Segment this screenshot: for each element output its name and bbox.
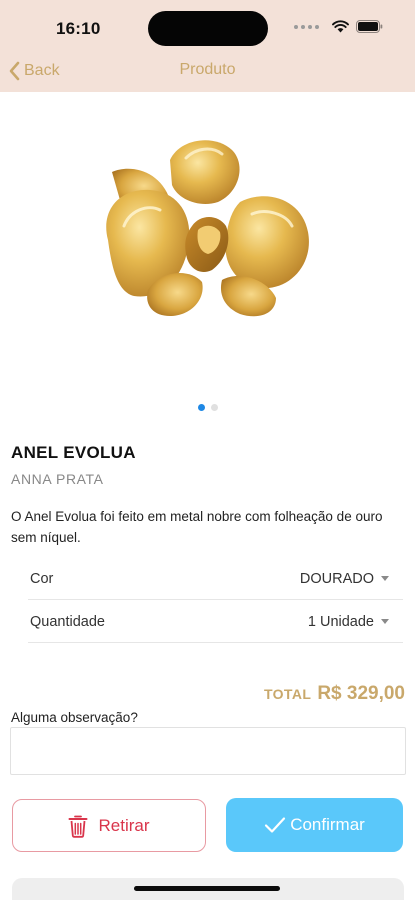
pager-dot[interactable] [210, 404, 218, 411]
color-select[interactable]: DOURADO [300, 571, 403, 587]
quantity-select-value: 1 Unidade [307, 613, 374, 630]
page-title: Produto [179, 61, 236, 78]
checkmark-icon [265, 817, 286, 833]
color-select-value: DOURADO [299, 570, 374, 587]
image-pager[interactable] [0, 404, 415, 411]
pager-dot-active[interactable] [197, 404, 205, 411]
product-image-gallery[interactable] [0, 92, 415, 420]
product-name: ANEL EVOLUA [11, 443, 136, 462]
observation-input[interactable] [10, 727, 406, 775]
status-bar: 16:10 [0, 0, 415, 50]
signal-dots-icon [294, 24, 319, 29]
wifi-icon [332, 20, 349, 33]
navigation-bar: Back Produto [0, 50, 415, 92]
product-image [106, 140, 309, 317]
observation-label: Alguma observação? [11, 710, 138, 725]
remove-button[interactable]: Retirar [12, 799, 206, 852]
option-row-quantity[interactable]: Quantidade 1 Unidade [28, 601, 403, 643]
option-label-quantity: Quantidade [30, 613, 105, 630]
option-label-color: Cor [30, 570, 54, 587]
caret-down-icon [381, 619, 389, 624]
remove-button-label: Retirar [98, 815, 150, 835]
quantity-select[interactable]: 1 Unidade [308, 614, 403, 630]
trash-icon [68, 815, 88, 838]
battery-icon [356, 20, 383, 33]
dynamic-island [148, 11, 268, 46]
total-value: R$ 329,00 [317, 683, 405, 704]
confirm-button-label: Confirmar [290, 815, 365, 834]
total-price: TOTAL R$ 329,00 [264, 683, 405, 705]
total-label: TOTAL [263, 686, 312, 702]
product-description: O Anel Evolua foi feito em metal nobre c… [11, 509, 383, 545]
product-brand: ANNA PRATA [11, 471, 104, 487]
caret-down-icon [381, 576, 389, 581]
home-indicator [134, 886, 280, 891]
status-time: 16:10 [56, 19, 101, 38]
confirm-button[interactable]: Confirmar [226, 798, 403, 852]
system-icons [294, 20, 383, 33]
option-row-color[interactable]: Cor DOURADO [28, 558, 403, 600]
